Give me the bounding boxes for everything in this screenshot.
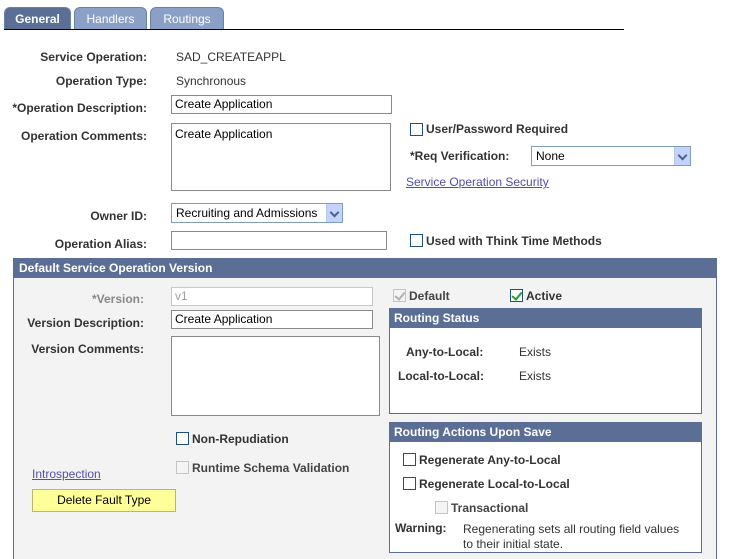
- local-to-local-value: Exists: [519, 369, 552, 383]
- chevron-down-icon: [674, 147, 690, 165]
- tab-general[interactable]: General: [4, 7, 71, 30]
- any-to-local-value: Exists: [519, 345, 552, 359]
- regenerate-local-to-local-checkbox[interactable]: [403, 477, 416, 490]
- transactional-label: Transactional: [451, 501, 529, 515]
- service-operation-security-link[interactable]: Service Operation Security: [406, 175, 549, 189]
- operation-alias-label: Operation Alias:: [54, 237, 147, 251]
- introspection-link[interactable]: Introspection: [32, 467, 101, 481]
- regenerate-local-to-local-label: Regenerate Local-to-Local: [419, 477, 570, 491]
- req-verification-value: None: [536, 149, 565, 163]
- user-password-label: User/Password Required: [426, 122, 569, 136]
- version-description-label: Version Description:: [27, 316, 144, 330]
- non-repudiation-checkbox[interactable]: [176, 432, 189, 445]
- routing-actions-title: Routing Actions Upon Save: [390, 423, 701, 442]
- default-label: Default: [409, 289, 450, 303]
- non-repudiation-label: Non-Repudiation: [192, 432, 289, 446]
- tab-underline: [4, 29, 624, 30]
- operation-comments-label: Operation Comments:: [20, 129, 147, 143]
- default-checkbox: [393, 289, 406, 302]
- owner-id-select[interactable]: Recruiting and Admissions: [171, 203, 343, 223]
- routing-actions-group: Routing Actions Upon Save Regenerate Any…: [389, 422, 702, 553]
- runtime-schema-checkbox: [176, 461, 189, 474]
- warning-line-1: Regenerating sets all routing field valu…: [463, 522, 680, 536]
- operation-alias-input[interactable]: [171, 231, 387, 250]
- req-verification-label: *Req Verification:: [410, 149, 510, 163]
- warning-line-2: to their initial state.: [463, 537, 564, 551]
- think-time-checkbox[interactable]: [410, 234, 423, 247]
- warning-label: Warning:: [395, 521, 447, 535]
- owner-id-label: Owner ID:: [90, 209, 147, 223]
- regenerate-any-to-local-label: Regenerate Any-to-Local: [419, 453, 561, 467]
- operation-type-value: Synchronous: [176, 74, 247, 88]
- operation-description-label: *Operation Description:: [12, 101, 147, 115]
- routing-status-title: Routing Status: [390, 309, 701, 328]
- version-description-input[interactable]: Create Application: [171, 310, 373, 329]
- chevron-down-icon: [326, 204, 342, 222]
- think-time-label: Used with Think Time Methods: [426, 234, 602, 248]
- req-verification-select[interactable]: None: [531, 146, 691, 166]
- operation-comments-textarea[interactable]: Create Application: [171, 123, 391, 191]
- operation-description-input[interactable]: Create Application: [171, 95, 392, 114]
- tab-routings[interactable]: Routings: [150, 7, 224, 29]
- version-comments-textarea[interactable]: [171, 336, 380, 416]
- regenerate-any-to-local-checkbox[interactable]: [403, 453, 416, 466]
- active-checkbox[interactable]: [510, 289, 523, 302]
- default-version-section-title: Default Service Operation Version: [14, 259, 716, 278]
- user-password-checkbox[interactable]: [410, 123, 423, 136]
- local-to-local-label: Local-to-Local:: [398, 369, 484, 383]
- runtime-schema-label: Runtime Schema Validation: [192, 461, 350, 475]
- tab-handlers[interactable]: Handlers: [74, 7, 147, 29]
- any-to-local-label: Any-to-Local:: [406, 345, 484, 359]
- version-comments-label: Version Comments:: [31, 342, 144, 356]
- owner-id-value: Recruiting and Admissions: [176, 206, 318, 220]
- routing-status-group: Routing Status Any-to-Local: Exists Loca…: [389, 308, 702, 414]
- active-label: Active: [526, 289, 563, 303]
- transactional-checkbox: [435, 501, 448, 514]
- delete-fault-type-button[interactable]: Delete Fault Type: [32, 489, 176, 512]
- service-operation-value: SAD_CREATEAPPL: [176, 50, 286, 64]
- service-operation-label: Service Operation:: [40, 50, 147, 64]
- version-label: *Version:: [91, 292, 144, 306]
- version-input: v1: [171, 287, 373, 306]
- operation-type-label: Operation Type:: [55, 74, 147, 88]
